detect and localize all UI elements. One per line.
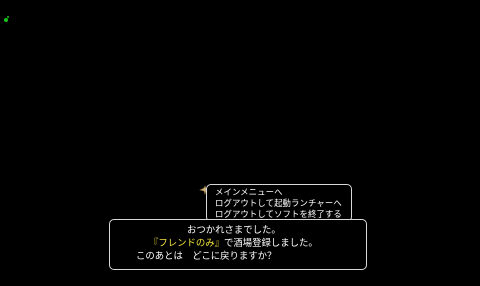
message-window: おつかれさまでした。 『フレンドのみ』で酒場登録しました。 このあとは どこに戻… — [109, 219, 367, 270]
message-highlight: 『フレンドのみ』 — [149, 238, 225, 249]
menu-option-logout-to-launcher[interactable]: ログアウトして起動ランチャーへ — [215, 198, 351, 209]
message-line-2: 『フレンドのみ』で酒場登録しました。 — [110, 237, 366, 250]
game-screen: メインメニューへ ログアウトして起動ランチャーへ ログアウトしてソフトを終了する… — [0, 0, 480, 286]
message-line-3: このあとは どこに戻りますか？ — [136, 251, 277, 262]
status-indicator-icon — [4, 18, 8, 22]
message-line-2-rest: で酒場登録しました。 — [224, 238, 318, 249]
choice-menu-window: メインメニューへ ログアウトして起動ランチャーへ ログアウトしてソフトを終了する — [206, 184, 352, 222]
message-line-1: おつかれさまでした。 — [187, 225, 281, 236]
menu-option-main-menu[interactable]: メインメニューへ — [215, 187, 351, 198]
